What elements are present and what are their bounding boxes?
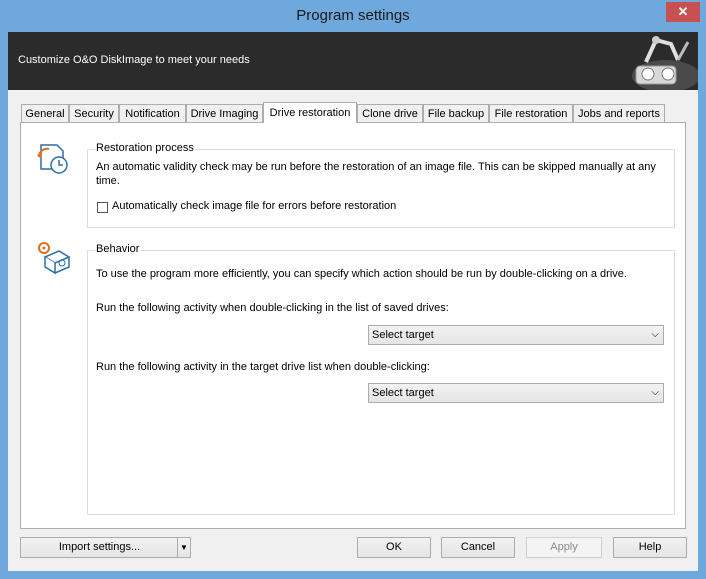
close-button[interactable]: ✕ — [666, 2, 700, 22]
auto-check-checkbox[interactable] — [97, 202, 108, 213]
tab-security[interactable]: Security — [69, 104, 119, 122]
header-banner: Customize O&O DiskImage to meet your nee… — [8, 32, 698, 90]
ok-button[interactable]: OK — [357, 537, 431, 558]
program-settings-window: Program settings ✕ Customize O&O DiskIma… — [0, 0, 706, 579]
restoration-description: An automatic validity check may be run b… — [96, 161, 656, 187]
behavior-group: Behavior To use the program more efficie… — [87, 243, 675, 515]
behavior-settings-icon — [38, 242, 71, 275]
behavior-title: Behavior — [95, 243, 141, 255]
tab-notification[interactable]: Notification — [119, 104, 186, 122]
tab-clone-drive[interactable]: Clone drive — [357, 104, 423, 122]
behavior-description: To use the program more efficiently, you… — [96, 268, 627, 280]
title-bar[interactable]: Program settings ✕ — [0, 0, 706, 32]
dropdown-arrow-icon[interactable]: ▼ — [177, 538, 190, 557]
window-title: Program settings — [296, 7, 410, 24]
target-drives-label: Run the following activity in the target… — [96, 361, 430, 373]
tab-drive-imaging[interactable]: Drive Imaging — [186, 104, 263, 122]
help-button[interactable]: Help — [613, 537, 687, 558]
chevron-down-icon: ⌵ — [651, 329, 659, 340]
tab-drive-restoration[interactable]: Drive restoration — [263, 102, 357, 123]
dialog-body: Customize O&O DiskImage to meet your nee… — [8, 32, 698, 571]
saved-drives-select-value: Select target — [372, 329, 434, 341]
import-settings-button[interactable]: Import settings... ▼ — [20, 537, 191, 558]
cancel-button[interactable]: Cancel — [441, 537, 515, 558]
restore-clock-icon — [37, 144, 68, 174]
disk-drive-art-icon — [632, 36, 698, 90]
restoration-process-group: Restoration process An automatic validit… — [87, 142, 675, 228]
saved-drives-select[interactable]: Select target ⌵ — [368, 325, 664, 345]
chevron-down-icon: ⌵ — [651, 387, 659, 398]
tab-file-restoration[interactable]: File restoration — [489, 104, 573, 122]
auto-check-label[interactable]: Automatically check image file for error… — [112, 200, 396, 212]
banner-text: Customize O&O DiskImage to meet your nee… — [18, 54, 250, 66]
tab-file-backup[interactable]: File backup — [423, 104, 489, 122]
tab-jobs-and-reports[interactable]: Jobs and reports — [573, 104, 665, 122]
saved-drives-label: Run the following activity when double-c… — [96, 302, 449, 314]
target-drives-select-value: Select target — [372, 387, 434, 399]
tab-panel-drive-restoration: Restoration process An automatic validit… — [20, 122, 686, 529]
target-drives-select[interactable]: Select target ⌵ — [368, 383, 664, 403]
restoration-process-title: Restoration process — [95, 142, 195, 154]
import-settings-label: Import settings... — [58, 541, 141, 553]
apply-button[interactable]: Apply — [526, 537, 602, 558]
tab-general[interactable]: General — [21, 104, 69, 122]
